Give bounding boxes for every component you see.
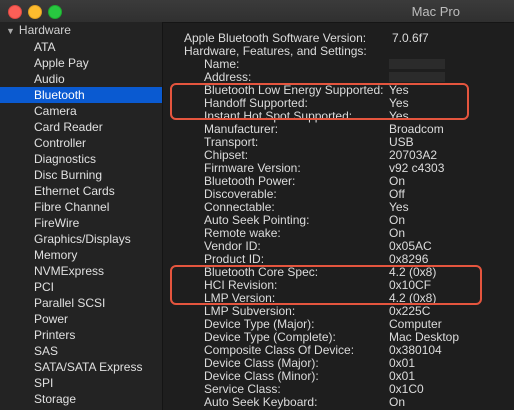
sidebar-item-controller[interactable]: Controller: [0, 135, 162, 151]
window-title: Mac Pro: [411, 4, 460, 19]
sidebar-item-graphics-displays[interactable]: Graphics/Displays: [0, 231, 162, 247]
sidebar-item-diagnostics[interactable]: Diagnostics: [0, 151, 162, 167]
highlight-box-features: [170, 83, 469, 120]
sidebar-item-parallel-scsi[interactable]: Parallel SCSI: [0, 295, 162, 311]
redacted-address-value: [389, 72, 445, 82]
software-version-value: 7.0.6f7: [392, 31, 429, 45]
sidebar-item-bluetooth[interactable]: Bluetooth: [0, 87, 162, 103]
sidebar-item-firewire[interactable]: FireWire: [0, 215, 162, 231]
sidebar-item-spi[interactable]: SPI: [0, 375, 162, 391]
sidebar-item-sata-sata-express[interactable]: SATA/SATA Express: [0, 359, 162, 375]
hardware-features-label: Hardware, Features, and Settings:: [184, 44, 367, 58]
detail-row: Transport: USB: [204, 136, 504, 149]
title-bar: Mac Pro: [0, 0, 514, 23]
redacted-name-value: [389, 59, 445, 69]
sidebar-item-nvmexpress[interactable]: NVMExpress: [0, 263, 162, 279]
sidebar: ▼ Hardware ATA Apple Pay Audio Bluetooth Came…: [0, 22, 163, 410]
detail-row: Auto Seek Keyboard: On: [204, 396, 504, 409]
name-label: Name:: [204, 57, 240, 71]
disclosure-triangle-icon[interactable]: ▼: [6, 26, 15, 36]
sidebar-item-camera[interactable]: Camera: [0, 103, 162, 119]
sidebar-item-pci[interactable]: PCI: [0, 279, 162, 295]
sidebar-item-sas[interactable]: SAS: [0, 343, 162, 359]
sidebar-item-disc-burning[interactable]: Disc Burning: [0, 167, 162, 183]
sidebar-item-audio[interactable]: Audio: [0, 71, 162, 87]
detail-row-value: On: [389, 395, 406, 409]
sidebar-section-hardware[interactable]: ▼ Hardware: [6, 23, 71, 39]
software-version-label: Apple Bluetooth Software Version:: [184, 31, 367, 45]
sidebar-item-ethernet-cards[interactable]: Ethernet Cards: [0, 183, 162, 199]
sidebar-item-printers[interactable]: Printers: [0, 327, 162, 343]
sidebar-item-memory[interactable]: Memory: [0, 247, 162, 263]
detail-pane: Apple Bluetooth Software Version: 7.0.6f…: [163, 22, 514, 410]
sidebar-item-storage[interactable]: Storage: [0, 391, 162, 407]
address-label: Address:: [204, 70, 252, 84]
sidebar-item-card-reader[interactable]: Card Reader: [0, 119, 162, 135]
highlight-box-spec: [170, 265, 482, 305]
detail-row-label: Auto Seek Keyboard:: [204, 395, 318, 409]
sidebar-item-apple-pay[interactable]: Apple Pay: [0, 55, 162, 71]
system-information-window: Mac Pro ▼ Hardware ATA Apple Pay Audio Bluet…: [0, 0, 514, 410]
sidebar-item-fibre-channel[interactable]: Fibre Channel: [0, 199, 162, 215]
close-window-button[interactable]: [8, 5, 22, 19]
sidebar-item-ata[interactable]: ATA: [0, 39, 162, 55]
zoom-window-button[interactable]: [48, 5, 62, 19]
minimize-window-button[interactable]: [28, 5, 42, 19]
sidebar-item-power[interactable]: Power: [0, 311, 162, 327]
